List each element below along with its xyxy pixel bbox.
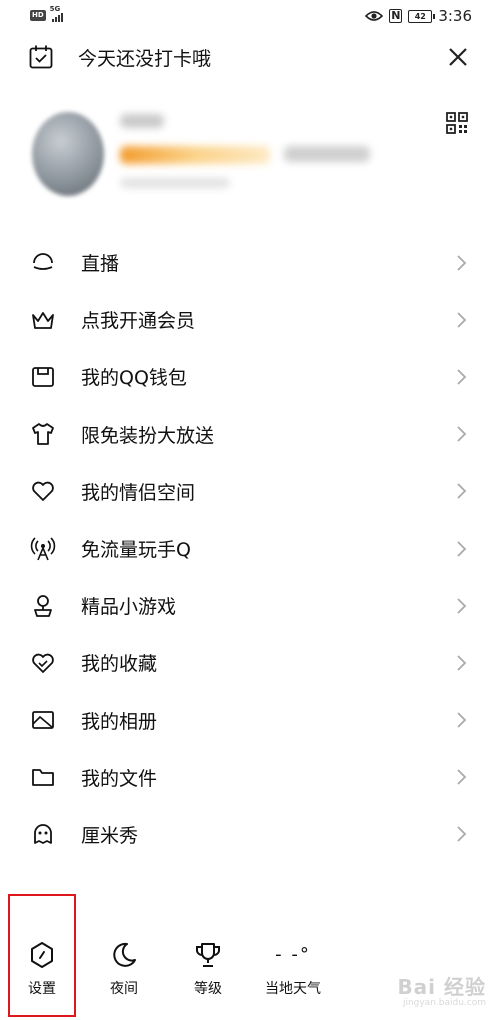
vip-badge-blur xyxy=(120,146,270,164)
folder-icon xyxy=(32,769,54,787)
weather-button[interactable]: - -° 当地天气 xyxy=(254,940,332,998)
battery-icon: 42 xyxy=(408,9,436,23)
level-label: 等级 xyxy=(194,981,222,997)
clock: 3:36 xyxy=(438,7,472,25)
chevron-right-icon xyxy=(457,254,467,271)
menu-item-vip[interactable]: 点我开通会员 xyxy=(0,291,500,348)
checkin-row[interactable]: 今天还没打卡哦 xyxy=(28,40,473,74)
menu-label: 精品小游戏 xyxy=(81,596,177,619)
signal-tower-icon xyxy=(30,536,56,560)
menu-label: 我的文件 xyxy=(81,767,158,790)
trophy-icon xyxy=(196,943,220,967)
menu-label: 厘米秀 xyxy=(81,824,139,847)
chevron-right-icon xyxy=(457,712,467,728)
menu-item-outfit[interactable]: 限免装扮大放送 xyxy=(0,406,500,463)
live-icon xyxy=(33,252,53,270)
favorite-icon xyxy=(32,653,54,673)
menu-item-couple-space[interactable]: 我的情侣空间 xyxy=(0,463,500,520)
nfc-icon: N xyxy=(389,9,403,23)
profile-card[interactable] xyxy=(0,100,500,220)
crown-icon xyxy=(32,311,54,329)
close-icon[interactable] xyxy=(443,42,473,72)
side-menu: 直播 点我开通会员 我的QQ钱包 限免装扮大放送 我的情侣空间 免流量玩手Q 精… xyxy=(0,234,500,863)
level-blur xyxy=(284,146,370,162)
qr-code-icon[interactable] xyxy=(446,112,468,134)
avatar[interactable] xyxy=(32,112,104,196)
menu-item-wallet[interactable]: 我的QQ钱包 xyxy=(0,348,500,405)
menu-item-live[interactable]: 直播 xyxy=(0,234,500,291)
moon-icon xyxy=(113,942,136,967)
album-icon xyxy=(32,711,54,729)
checkin-text: 今天还没打卡哦 xyxy=(78,47,212,70)
wallet-icon xyxy=(32,367,54,387)
weather-temp: - -° xyxy=(275,944,311,965)
menu-label: 我的相册 xyxy=(81,710,158,733)
chevron-right-icon xyxy=(457,369,467,385)
menu-label: 免流量玩手Q xyxy=(81,539,191,562)
heart-icon xyxy=(32,482,54,502)
menu-item-free-data[interactable]: 免流量玩手Q xyxy=(0,520,500,577)
menu-label: 限免装扮大放送 xyxy=(81,424,215,447)
eye-icon xyxy=(365,11,384,21)
chevron-right-icon xyxy=(457,826,467,843)
settings-button[interactable]: 设置 xyxy=(6,940,78,998)
menu-label: 我的QQ钱包 xyxy=(81,367,187,390)
baidu-jingyan-watermark: Bai 经验 jingyan.baidu.com xyxy=(397,975,486,1008)
menu-item-cmshow[interactable]: 厘米秀 xyxy=(0,806,500,863)
calendar-check-icon xyxy=(29,45,53,69)
menu-label: 我的情侣空间 xyxy=(81,481,196,504)
signal-icon: 5G xyxy=(50,5,76,22)
weather-label: 当地天气 xyxy=(265,981,321,997)
signature-blur xyxy=(120,178,230,188)
settings-label: 设置 xyxy=(28,981,56,997)
level-button[interactable]: 等级 xyxy=(172,940,244,998)
cmshow-icon xyxy=(34,824,52,845)
night-label: 夜间 xyxy=(110,981,138,997)
chevron-right-icon xyxy=(457,426,467,442)
game-icon xyxy=(34,594,52,617)
chevron-right-icon xyxy=(457,483,467,499)
chevron-right-icon xyxy=(457,598,467,614)
chevron-right-icon xyxy=(457,655,467,671)
menu-item-favorites[interactable]: 我的收藏 xyxy=(0,634,500,691)
shirt-icon xyxy=(32,423,54,446)
chevron-right-icon xyxy=(457,312,467,328)
menu-item-files[interactable]: 我的文件 xyxy=(0,749,500,806)
menu-item-album[interactable]: 我的相册 xyxy=(0,692,500,749)
menu-label: 直播 xyxy=(81,253,120,276)
bottom-bar: 设置 夜间 等级 - -° 当地天气 Bai 经验 jingyan.baidu.… xyxy=(0,894,500,1020)
status-bar: HD 5G N 42 3:36 xyxy=(0,0,500,34)
menu-item-mini-games[interactable]: 精品小游戏 xyxy=(0,577,500,634)
menu-label: 点我开通会员 xyxy=(81,310,196,333)
hd-badge: HD xyxy=(30,9,46,21)
menu-label: 我的收藏 xyxy=(81,653,158,676)
chevron-right-icon xyxy=(457,540,467,557)
settings-icon xyxy=(31,942,53,968)
night-mode-button[interactable]: 夜间 xyxy=(88,940,160,998)
chevron-right-icon xyxy=(457,769,467,785)
nickname-blur xyxy=(120,114,164,128)
